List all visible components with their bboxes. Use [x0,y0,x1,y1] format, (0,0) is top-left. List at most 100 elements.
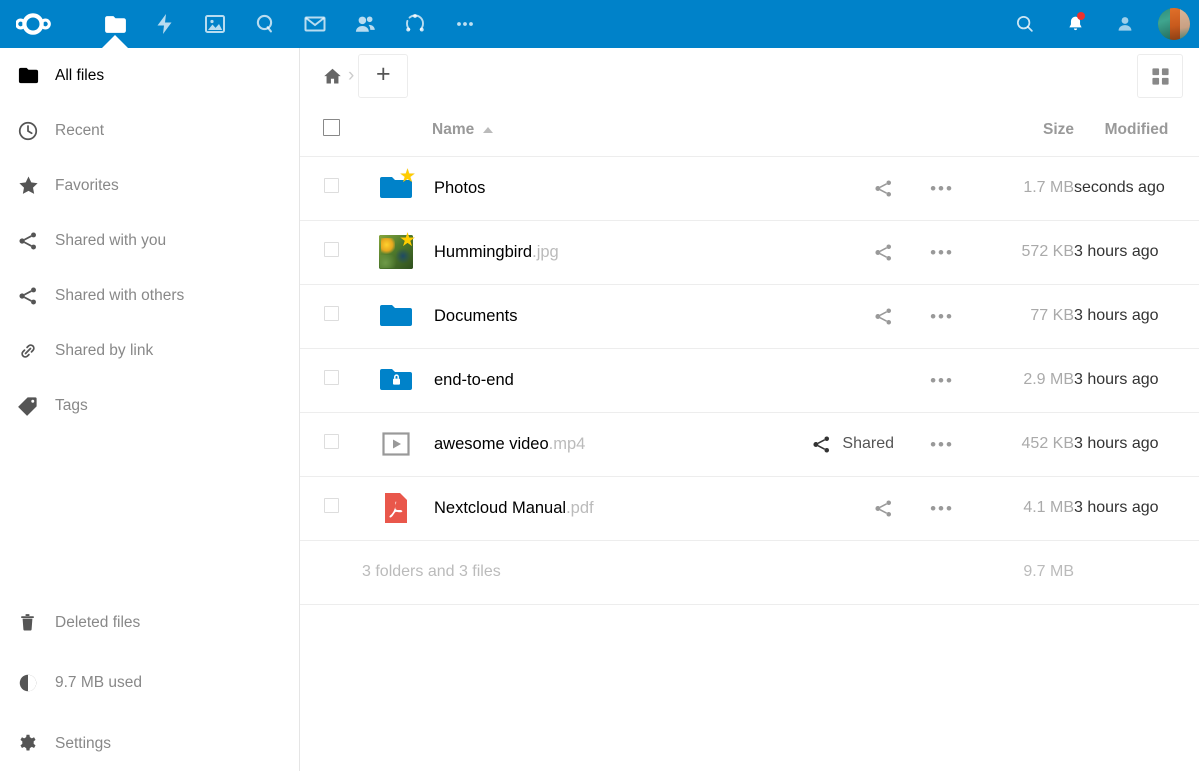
sidebar-item-label: Favorites [55,176,119,194]
sidebar-item-shared-with-others[interactable]: Shared with others [0,268,299,323]
column-header-actions [792,104,964,157]
row-actions-menu[interactable]: ••• [920,244,964,261]
file-name: Nextcloud Manual.pdf [434,498,594,517]
select-all-header [300,104,362,157]
table-row[interactable]: ★ Photos ••• 1.7 MB seconds ago [300,156,1199,220]
quota-label: 9.7 MB used [55,674,143,691]
file-modified: 3 hours ago [1074,435,1159,452]
folder-icon: ★ [374,167,418,206]
row-checkbox[interactable] [323,242,339,257]
column-header-size[interactable]: Size [964,104,1074,157]
app-icon-activity[interactable] [140,0,190,48]
nextcloud-logo[interactable] [0,0,90,48]
sidebar-item-deleted-files[interactable]: Deleted files [0,595,299,650]
gear-icon [17,733,51,755]
row-checkbox[interactable] [323,370,339,385]
breadcrumb: › + [318,54,409,98]
select-all-checkbox[interactable] [322,118,340,136]
sidebar-item-quota[interactable]: 9.7 MB used [0,650,299,716]
table-row[interactable]: end-to-end ••• 2.9 MB 3 hours ago [300,348,1199,412]
sidebar-item-label: Shared with others [55,286,185,304]
row-actions-menu[interactable]: ••• [920,500,964,517]
row-actions-menu[interactable]: ••• [920,436,964,453]
app-icon-files[interactable] [90,0,140,48]
contacts-menu-icon[interactable] [1100,0,1150,48]
file-list-summary: 3 folders and 3 files 9.7 MB [300,540,1199,604]
file-size: 4.1 MB [1023,499,1074,516]
notifications-bell-icon[interactable] [1050,0,1100,48]
shared-status-label: Shared [842,435,894,452]
sidebar-item-tags[interactable]: Tags [0,378,299,433]
table-header-row: Name Size Modified [300,104,1199,157]
share-icon[interactable] [873,242,894,263]
share-icon[interactable]: Shared [811,434,894,455]
app-icon-contacts[interactable] [340,0,390,48]
folder-icon [374,298,418,334]
home-icon[interactable] [318,54,346,98]
share-icon[interactable] [873,498,894,519]
table-row[interactable]: ★ Hummingbird.jpg ••• 572 KB 3 hours ago [300,220,1199,284]
file-size: 77 KB [1030,307,1074,324]
share-icon[interactable] [873,306,894,327]
file-modified: 3 hours ago [1074,307,1159,324]
sidebar: All files Recent Favorites Shared with y… [0,48,300,771]
video-icon [374,426,418,462]
row-actions-menu[interactable]: ••• [920,372,964,389]
app-icon-circles[interactable] [240,0,290,48]
share-icon [17,285,51,307]
row-checkbox[interactable] [323,306,339,321]
sidebar-bottom-group: Deleted files 9.7 MB used Settings [0,595,299,771]
file-name: awesome video.mp4 [434,434,586,453]
app-icon-photos[interactable] [190,0,240,48]
file-modified: seconds ago [1074,179,1165,196]
sidebar-item-shared-with-you[interactable]: Shared with you [0,213,299,268]
sidebar-item-shared-by-link[interactable]: Shared by link [0,323,299,378]
row-actions-menu[interactable]: ••• [920,180,964,197]
file-modified: 3 hours ago [1074,243,1159,260]
sidebar-item-favorites[interactable]: Favorites [0,158,299,213]
file-size: 1.7 MB [1023,179,1074,196]
file-name: Hummingbird.jpg [434,242,559,261]
file-size: 572 KB [1021,243,1074,260]
row-checkbox[interactable] [323,498,339,513]
link-icon [17,340,51,362]
share-icon [17,230,51,252]
app-icon-deck[interactable] [390,0,440,48]
share-icon[interactable] [873,178,894,199]
file-list-table: Name Size Modified ★ Photos ••• 1.7 MB s… [300,104,1199,605]
controls-bar: › + [300,48,1199,104]
sidebar-item-label: Tags [55,396,88,414]
new-file-button[interactable]: + [358,54,409,98]
sidebar-item-label: Shared by link [55,341,154,359]
column-header-name-label: Name [432,120,475,138]
sidebar-item-all-files[interactable]: All files [0,48,299,103]
row-checkbox[interactable] [323,434,339,449]
file-modified: 3 hours ago [1074,499,1159,516]
sidebar-item-settings[interactable]: Settings [0,716,299,771]
notification-dot [1077,12,1085,20]
favorite-star-icon[interactable]: ★ [399,231,416,250]
column-header-modified[interactable]: Modified [1074,104,1199,157]
file-name: Documents [434,306,518,325]
pie-chart-icon [17,672,51,694]
folder-lock-icon [374,362,418,398]
favorite-star-icon[interactable]: ★ [399,167,416,186]
file-modified: 3 hours ago [1074,371,1159,388]
table-row[interactable]: Documents ••• 77 KB 3 hours ago [300,284,1199,348]
column-header-name[interactable]: Name [362,104,792,157]
app-icon-mail[interactable] [290,0,340,48]
row-checkbox[interactable] [323,178,339,193]
table-row[interactable]: awesome video.mp4 Shared ••• 452 KB 3 ho… [300,412,1199,476]
image-thumbnail: ★ [374,231,418,270]
file-name: Photos [434,178,486,197]
app-icon-more[interactable] [440,0,490,48]
table-row[interactable]: Nextcloud Manual.pdf ••• 4.1 MB 3 hours … [300,476,1199,540]
file-size: 2.9 MB [1023,371,1074,388]
search-icon[interactable] [1000,0,1050,48]
header-right-group [1000,0,1199,48]
avatar[interactable] [1158,8,1190,40]
tag-icon [17,395,51,417]
row-actions-menu[interactable]: ••• [920,308,964,325]
grid-view-toggle-icon[interactable] [1137,54,1183,98]
sidebar-item-recent[interactable]: Recent [0,103,299,158]
